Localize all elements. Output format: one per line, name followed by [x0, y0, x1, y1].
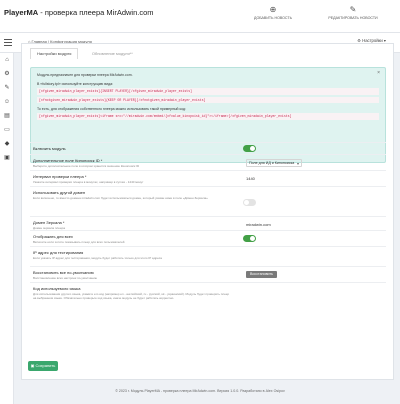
menu-icon[interactable] [4, 39, 12, 46]
edit-news-label: РЕДАКТИРОВАТЬ НОВОСТИ [328, 16, 378, 20]
check-interval-input[interactable]: 1440 [246, 176, 255, 181]
tag-icon[interactable]: ◆ [0, 137, 14, 151]
setting-row-mirror-domain: Домен Зеркала * Домен зеркала плеера mir… [30, 216, 386, 230]
code-snippet: [xfnotgiven_miradwin_player_exists]{KEEP… [37, 96, 379, 103]
setting-row-enable-module: Включить модуль [30, 142, 386, 154]
setting-hint: Если указать IP адрес для тестирования, … [33, 256, 162, 260]
plus-circle-icon: ⊕ [269, 5, 277, 14]
setting-label: Интервал проверки плеера * [33, 174, 87, 179]
setting-label: Включить модуль [33, 146, 66, 151]
setting-hint: Если включено, то вместо домена miradwin… [33, 196, 208, 200]
setting-label: Отображать для всех [33, 234, 73, 239]
setting-label: Дополнительное поле Кинопоиск ID * [33, 158, 103, 163]
save-icon: ▣ [30, 363, 35, 368]
tab-bar: Настройки модуля Обновление модуля** [30, 48, 142, 60]
home-icon[interactable]: ⌂ [0, 53, 14, 67]
save-label: Сохранить [35, 363, 56, 368]
save-button[interactable]: ▣Сохранить [28, 361, 58, 371]
info-text: То есть, для отображения собственного пл… [37, 107, 186, 111]
setting-label: Восстановить все по-умолчанию [33, 270, 94, 275]
setting-label: IP адрес для тестирования [33, 250, 84, 255]
setting-hint: Для использования другого языка, укажите… [33, 292, 230, 301]
setting-hint: Выберите дополнительное поле в котором х… [33, 164, 140, 168]
kinopoisk-field-select[interactable]: Поле для ИД и Кинопоиска [246, 159, 302, 167]
user-icon[interactable]: ☺ [0, 95, 14, 109]
app-title: PlayerMA - проверка плеера MirAdwin.com [4, 8, 154, 17]
setting-hint: Включите если хотите показывать плеер дл… [33, 240, 125, 244]
edit-news-button[interactable]: ✎ РЕДАКТИРОВАТЬ НОВОСТИ [318, 5, 388, 20]
edit-icon: ✎ [349, 5, 357, 14]
restore-defaults-button[interactable]: Восстановить [246, 271, 278, 278]
mirror-domain-input[interactable]: miradwin.com [246, 222, 271, 227]
folder-icon[interactable]: ▭ [0, 123, 14, 137]
setting-row-show-all: Отображать для всех Включите если хотите… [30, 230, 386, 246]
setting-label: Домен Зеркала * [33, 220, 65, 225]
setting-label: Использовать другой домен [33, 190, 86, 195]
code-snippet: [xfgiven_miradwin_player_exists]{INSERT … [37, 88, 379, 95]
setting-row-kinopoisk-field: Дополнительное поле Кинопоиск ID * Выбер… [30, 154, 386, 170]
add-news-label: ДОБАВИТЬ НОВОСТЬ [254, 16, 292, 20]
setting-label: Код используемого языка [33, 286, 81, 291]
top-bar: PlayerMA - проверка плеера MirAdwin.com … [0, 0, 400, 33]
info-text: В «fullstory.tpl» используйте конструкци… [37, 82, 114, 86]
setting-hint: Укажите интервал проверки плеера в минут… [33, 180, 144, 184]
setting-row-restore-defaults: Восстановить все по-умолчанию Восстановл… [30, 266, 386, 282]
footer: © 2023 г. Модуль PlayerMA - проверка пле… [115, 389, 285, 393]
setting-hint: Восстановление всех настроек по-умолчани… [33, 276, 98, 280]
add-news-button[interactable]: ⊕ ДОБАВИТЬ НОВОСТЬ [248, 5, 298, 20]
setting-row-other-domain: Использовать другой домен Если включено,… [30, 186, 386, 216]
sidebar: ⌂ ⚙ ✎ ☺ ▤ ▭ ◆ ▣ [0, 53, 14, 404]
show-all-toggle[interactable] [243, 235, 256, 242]
chart-icon[interactable]: ▤ [0, 109, 14, 123]
setting-row-language-code: Код используемого языка Для использовани… [30, 282, 386, 354]
gear-icon[interactable]: ⚙ [0, 67, 14, 81]
setting-row-check-interval: Интервал проверки плеера * Укажите интер… [30, 170, 386, 186]
module-settings-panel: Настройки модуля Обновление модуля** × М… [21, 43, 394, 380]
setting-row-test-ip: IP адрес для тестирования Если указать I… [30, 246, 386, 266]
close-icon[interactable]: × [377, 71, 380, 76]
tab-module-settings[interactable]: Настройки модуля [30, 48, 79, 59]
code-snippet: [xfgiven_miradwin_player_exists]<iframe … [37, 113, 379, 120]
tab-module-update[interactable]: Обновление модуля** [84, 48, 140, 59]
info-text: Модуль предназначен для проверки плеера … [37, 73, 133, 77]
other-domain-toggle[interactable] [243, 199, 256, 206]
comment-icon[interactable]: ▣ [0, 151, 14, 165]
edit-icon[interactable]: ✎ [0, 81, 14, 95]
enable-module-toggle[interactable] [243, 145, 256, 152]
